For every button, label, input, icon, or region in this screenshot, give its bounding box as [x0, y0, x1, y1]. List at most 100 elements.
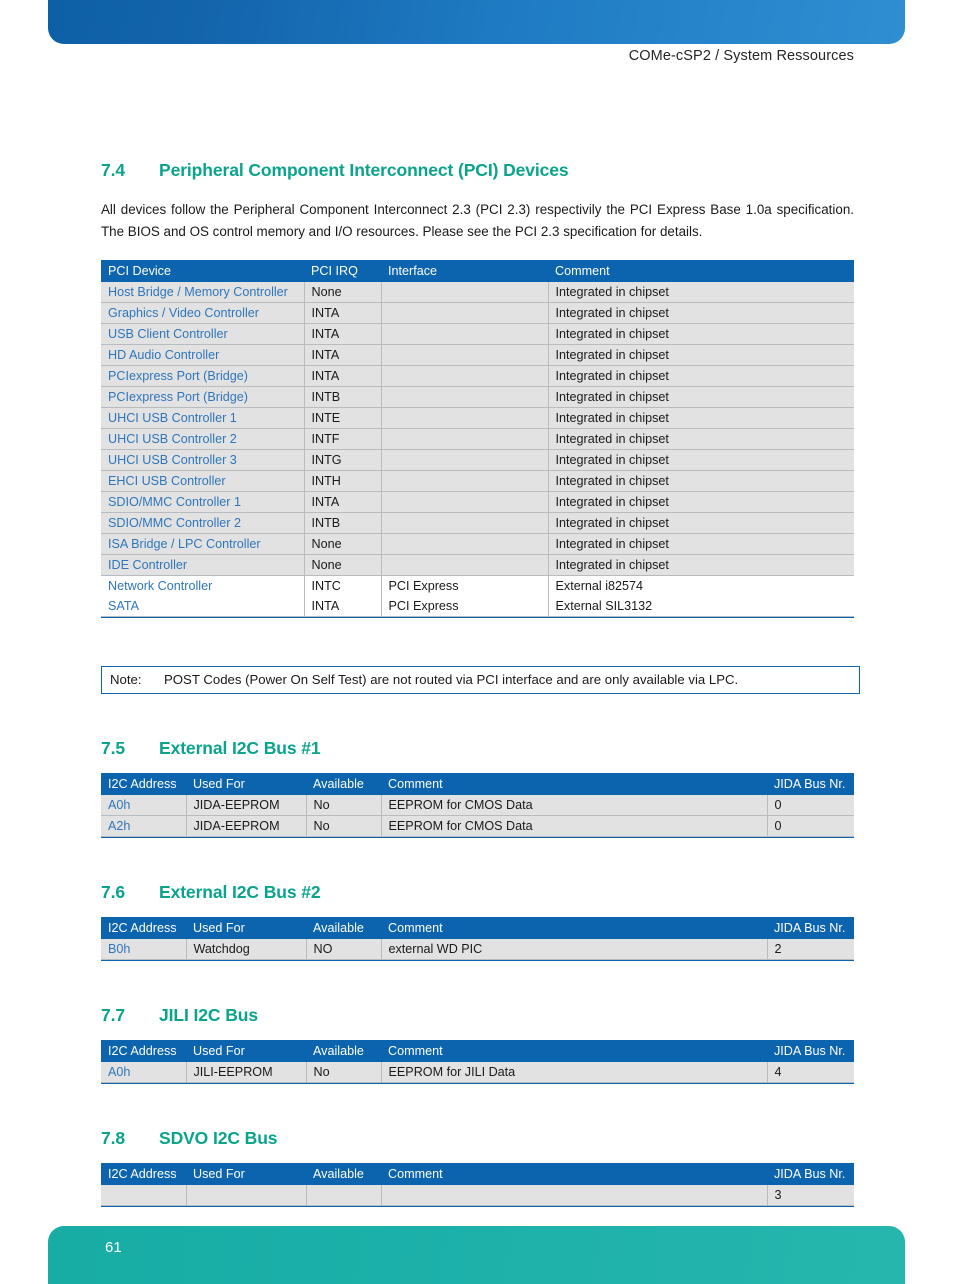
- table-cell: Integrated in chipset: [548, 323, 854, 346]
- table-cell-primary: A0h: [101, 1062, 187, 1084]
- table-cell-primary: [101, 1185, 187, 1207]
- table-cell: [381, 1185, 768, 1207]
- table-cell: INTC: [304, 575, 382, 597]
- pci-devices-table: PCI Device PCI IRQ Interface Comment Hos…: [101, 260, 854, 618]
- jili-i2c-col-used-for: Used For: [186, 1040, 306, 1063]
- table-cell: PCI Express: [381, 596, 549, 618]
- table-cell: Integrated in chipset: [548, 365, 854, 388]
- table-cell: None: [304, 282, 382, 304]
- table-cell: Integrated in chipset: [548, 386, 854, 409]
- sdvo-i2c-header-row: I2C Address Used For Available Comment J…: [101, 1163, 854, 1186]
- section-title-jili-i2c: JILI I2C Bus: [159, 1005, 258, 1026]
- section-heading-sdvo-i2c: 7.8 SDVO I2C Bus: [101, 1128, 854, 1149]
- table-cell: External i82574: [548, 575, 854, 597]
- table-row: Host Bridge / Memory Controller None Inte…: [101, 282, 854, 304]
- table-cell: Integrated in chipset: [548, 407, 854, 430]
- table-cell-primary: Host Bridge / Memory Controller: [101, 282, 305, 304]
- table-row: UHCI USB Controller 3 INTG Integrated in …: [101, 449, 854, 472]
- table-cell: EEPROM for CMOS Data: [381, 815, 768, 838]
- section-heading-jili-i2c: 7.7 JILI I2C Bus: [101, 1005, 854, 1026]
- table-row: IDE Controller None Integrated in chipset: [101, 554, 854, 577]
- jili-i2c-header-row: I2C Address Used For Available Comment J…: [101, 1040, 854, 1063]
- pci-col-irq: PCI IRQ: [304, 260, 381, 283]
- table-cell-primary: PCIexpress Port (Bridge): [101, 386, 305, 409]
- table-cell: [381, 428, 549, 451]
- table-cell: [381, 407, 549, 430]
- table-cell: PCI Express: [381, 575, 549, 597]
- table-cell: [306, 1185, 382, 1207]
- table-cell-primary: Network Controller: [101, 575, 305, 597]
- table-cell: [381, 323, 549, 346]
- table-cell-primary: SDIO/MMC Controller 2: [101, 512, 305, 535]
- table-cell-primary: UHCI USB Controller 1: [101, 407, 305, 430]
- note-text: POST Codes (Power On Self Test) are not …: [164, 672, 739, 688]
- table-cell: JIDA-EEPROM: [186, 795, 307, 817]
- table-cell: None: [304, 533, 382, 556]
- table-cell: Integrated in chipset: [548, 282, 854, 304]
- table-row: A0h JIDA-EEPROM No EEPROM for CMOS Data 0: [101, 795, 854, 817]
- table-cell: INTA: [304, 323, 382, 346]
- table-cell: INTA: [304, 365, 382, 388]
- sdvo-i2c-col-comment: Comment: [381, 1163, 767, 1186]
- i2c-bus-1-table-head: I2C Address Used For Available Comment J…: [101, 773, 854, 796]
- i2c-bus-2-table-wrapper: I2C Address Used For Available Comment J…: [101, 917, 854, 962]
- sdvo-i2c-col-jida-bus: JIDA Bus Nr.: [767, 1163, 854, 1186]
- table-cell: No: [306, 795, 382, 817]
- section-number-sdvo-i2c: 7.8: [101, 1128, 126, 1149]
- table-cell: INTF: [304, 428, 382, 451]
- jili-i2c-table: I2C Address Used For Available Comment J…: [101, 1040, 854, 1084]
- table-cell: [381, 386, 549, 409]
- table-cell: None: [304, 554, 382, 577]
- i2c-bus-2-col-jida-bus: JIDA Bus Nr.: [767, 917, 854, 940]
- pci-table-wrapper: PCI Device PCI IRQ Interface Comment Hos…: [101, 260, 854, 619]
- i2c-bus-1-table-body: A0h JIDA-EEPROM No EEPROM for CMOS Data 0 A2h…: [101, 795, 854, 838]
- table-cell: No: [306, 1062, 382, 1084]
- sdvo-i2c-table-wrapper: I2C Address Used For Available Comment J…: [101, 1163, 854, 1208]
- pci-table-body: Host Bridge / Memory Controller None Inte…: [101, 282, 854, 618]
- table-cell: INTB: [304, 512, 382, 535]
- page-number: 61: [105, 1239, 122, 1256]
- jili-i2c-col-comment: Comment: [381, 1040, 767, 1063]
- table-cell: Integrated in chipset: [548, 491, 854, 514]
- table-cell: INTE: [304, 407, 382, 430]
- table-cell: 2: [767, 939, 854, 961]
- table-cell: [381, 344, 549, 367]
- table-row: SATA INTA PCI Express External SIL3132: [101, 596, 854, 618]
- table-cell: Integrated in chipset: [548, 302, 854, 325]
- section-number-jili-i2c: 7.7: [101, 1005, 126, 1026]
- table-row: 3: [101, 1185, 854, 1207]
- table-cell: [381, 554, 549, 577]
- table-row: Graphics / Video Controller INTA Integrat…: [101, 302, 854, 325]
- table-cell: [381, 533, 549, 556]
- pci-col-interface: Interface: [381, 260, 548, 283]
- section-heading-pci: 7.4 Peripheral Component Interconnect (P…: [101, 160, 854, 181]
- table-row: A2h JIDA-EEPROM No EEPROM for CMOS Data 0: [101, 815, 854, 838]
- sdvo-i2c-table-body: 3: [101, 1185, 854, 1207]
- table-cell: NO: [306, 939, 382, 961]
- section-title-i2c-bus-2: External I2C Bus #2: [159, 882, 321, 903]
- i2c-bus-1-col-address: I2C Address: [101, 773, 186, 796]
- table-row: EHCI USB Controller INTH Integrated in ch…: [101, 470, 854, 493]
- table-cell: [381, 470, 549, 493]
- table-cell: Integrated in chipset: [548, 449, 854, 472]
- table-cell: 3: [767, 1185, 854, 1207]
- i2c-bus-1-header-row: I2C Address Used For Available Comment J…: [101, 773, 854, 796]
- i2c-bus-1-table: I2C Address Used For Available Comment J…: [101, 773, 854, 838]
- table-cell-primary: Graphics / Video Controller: [101, 302, 305, 325]
- table-cell: INTA: [304, 344, 382, 367]
- table-cell: JIDA-EEPROM: [186, 815, 307, 838]
- table-cell: [381, 491, 549, 514]
- table-cell-primary: EHCI USB Controller: [101, 470, 305, 493]
- i2c-bus-2-col-used-for: Used For: [186, 917, 306, 940]
- table-cell: [186, 1185, 307, 1207]
- i2c-bus-2-table: I2C Address Used For Available Comment J…: [101, 917, 854, 961]
- table-cell: INTA: [304, 491, 382, 514]
- sdvo-i2c-table-head: I2C Address Used For Available Comment J…: [101, 1163, 854, 1186]
- section-heading-i2c-bus-2: 7.6 External I2C Bus #2: [101, 882, 854, 903]
- note-box: Note: POST Codes (Power On Self Test) ar…: [101, 666, 860, 695]
- jili-i2c-col-available: Available: [306, 1040, 381, 1063]
- table-cell: 0: [767, 795, 854, 817]
- table-cell-primary: A2h: [101, 815, 187, 838]
- table-cell: Watchdog: [186, 939, 307, 961]
- table-cell: [381, 449, 549, 472]
